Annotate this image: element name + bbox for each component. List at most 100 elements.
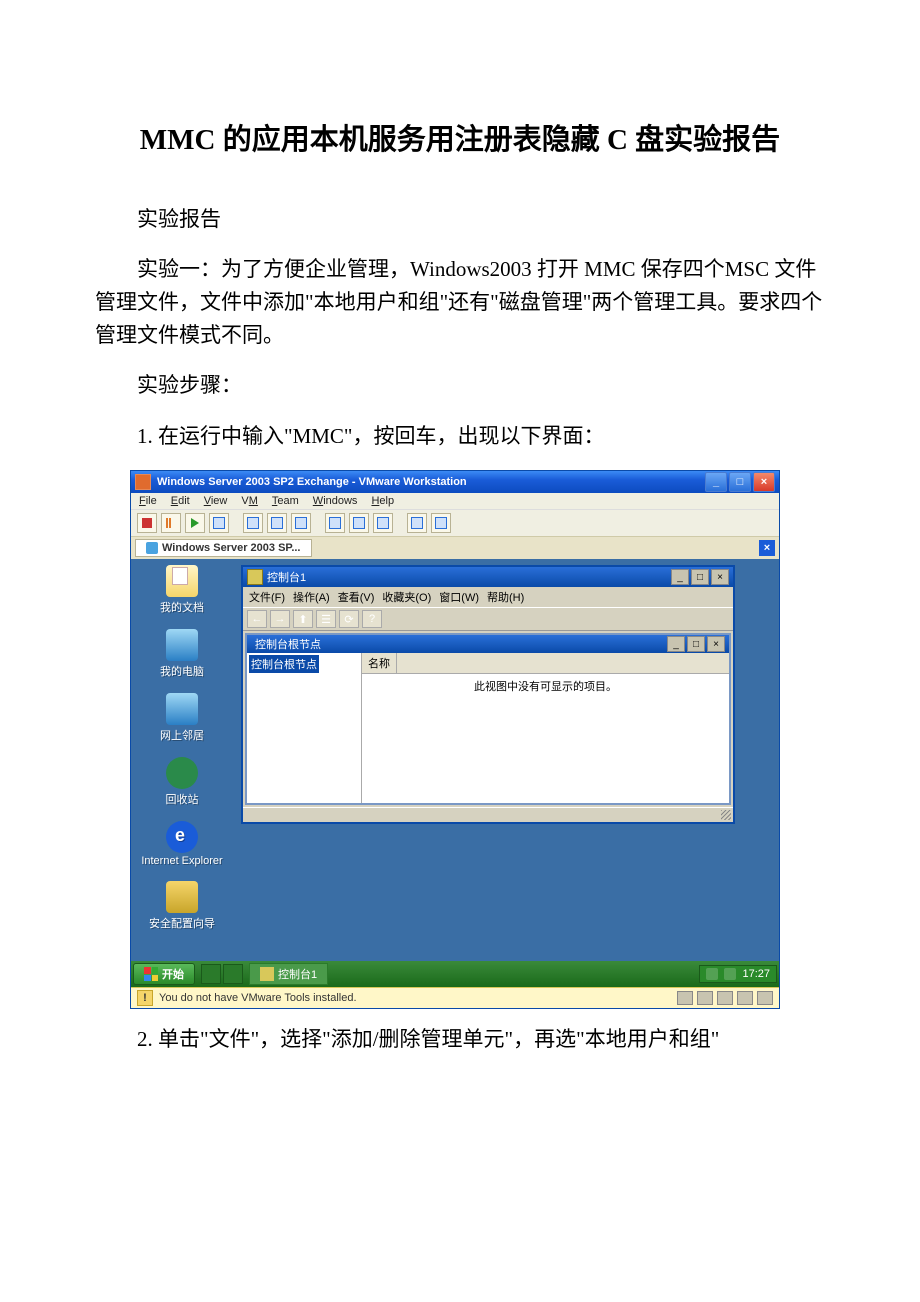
desktop-icon-label: Internet Explorer — [141, 855, 222, 867]
mycomputer-icon — [166, 629, 198, 661]
reset-button[interactable] — [209, 513, 229, 533]
vmware-device-tray — [677, 991, 773, 1005]
poweroff-button[interactable] — [137, 513, 157, 533]
desktop-icon-label: 安全配置向导 — [149, 915, 215, 931]
column-name[interactable]: 名称 — [362, 653, 397, 673]
quicklaunch-desktop-icon[interactable] — [223, 964, 243, 984]
mmc-menu-view[interactable]: 查看(V) — [338, 589, 375, 605]
manage-snapshots-button[interactable] — [291, 513, 311, 533]
mmc-child-titlebar[interactable]: 控制台根节点 _ □ × — [247, 635, 729, 653]
mmc-menu-action[interactable]: 操作(A) — [293, 589, 330, 605]
mmc-refresh-button[interactable]: ⟳ — [339, 610, 359, 628]
doc-title: MMC 的应用本机服务用注册表隐藏 C 盘实验报告 — [95, 119, 825, 163]
device-icon[interactable] — [697, 991, 713, 1005]
network-icon — [166, 693, 198, 725]
vm-tab-icon — [146, 542, 158, 554]
menu-file[interactable]: File — [139, 495, 157, 507]
start-button[interactable]: 开始 — [133, 963, 195, 985]
mmc-child-window[interactable]: 控制台根节点 _ □ × 控制台根节点 — [245, 633, 731, 805]
mmc-tree-pane[interactable]: 控制台根节点 — [247, 653, 362, 803]
minimize-button[interactable]: _ — [705, 472, 727, 492]
tray-icon[interactable] — [724, 968, 736, 980]
fullscreen-button[interactable] — [373, 513, 393, 533]
list-empty-message: 此视图中没有可显示的项目。 — [362, 674, 729, 803]
tray-icon[interactable] — [706, 968, 718, 980]
mmc-help-button[interactable]: ? — [362, 610, 382, 628]
ie-icon — [166, 821, 198, 853]
close-button[interactable]: × — [753, 472, 775, 492]
task-mmc-icon — [260, 967, 274, 981]
mmc-maximize-button[interactable]: □ — [691, 569, 709, 585]
mmc-menu-favorites[interactable]: 收藏夹(O) — [382, 589, 431, 605]
vm-tab-close-button[interactable]: × — [759, 540, 775, 556]
mmc-forward-button[interactable]: → — [270, 610, 290, 628]
mmc-close-button[interactable]: × — [711, 569, 729, 585]
menu-edit[interactable]: Edit — [171, 495, 190, 507]
desktop-icon-security-wizard[interactable]: 安全配置向导 — [149, 881, 215, 931]
vmware-titlebar[interactable]: Windows Server 2003 SP2 Exchange - VMwar… — [131, 471, 779, 493]
mmc-menubar[interactable]: 文件(F) 操作(A) 查看(V) 收藏夹(O) 窗口(W) 帮助(H) — [243, 587, 733, 607]
menu-team[interactable]: Team — [272, 495, 299, 507]
mmc-title-text: 控制台1 — [267, 569, 306, 585]
menu-windows[interactable]: Windows — [313, 495, 358, 507]
vmware-statusbar: ! You do not have VMware Tools installed… — [131, 987, 779, 1008]
menu-help[interactable]: Help — [371, 495, 394, 507]
mmc-menu-help[interactable]: 帮助(H) — [487, 589, 524, 605]
taskbar-task-mmc[interactable]: 控制台1 — [249, 963, 328, 985]
quicklaunch-ie-icon[interactable] — [201, 964, 221, 984]
device-icon[interactable] — [737, 991, 753, 1005]
vmware-window: Windows Server 2003 SP2 Exchange - VMwar… — [130, 470, 780, 1009]
mydocs-icon — [166, 565, 198, 597]
mmc-list-pane[interactable]: 名称 此视图中没有可显示的项目。 — [362, 653, 729, 803]
guest-desktop[interactable]: 我的文档 我的电脑 网上邻居 回收站 — [131, 559, 779, 987]
vm-tab-active[interactable]: Windows Server 2003 SP... — [135, 539, 312, 557]
desktop-icon-network[interactable]: 网上邻居 — [160, 693, 204, 743]
mmc-menu-file[interactable]: 文件(F) — [249, 589, 285, 605]
mmc-child-maximize-button[interactable]: □ — [687, 636, 705, 652]
device-icon[interactable] — [757, 991, 773, 1005]
mmc-window[interactable]: 控制台1 _ □ × 文件(F) 操作(A) 查看(V) 收藏夹(O) 窗口(W… — [241, 565, 735, 824]
vm-tab-label: Windows Server 2003 SP... — [162, 542, 301, 554]
menu-view[interactable]: View — [204, 495, 228, 507]
list-header[interactable]: 名称 — [362, 653, 729, 674]
unity-button[interactable] — [431, 513, 451, 533]
maximize-button[interactable]: □ — [729, 472, 751, 492]
vmware-menubar[interactable]: File Edit View VM Team Windows Help — [131, 493, 779, 510]
desktop-icon-mydocs[interactable]: 我的文档 — [160, 565, 204, 615]
device-icon[interactable] — [717, 991, 733, 1005]
mmc-titlebar[interactable]: 控制台1 _ □ × — [243, 567, 733, 587]
para-steps-label: 实验步骤： — [95, 369, 825, 402]
desktop-icon-recyclebin[interactable]: 回收站 — [166, 757, 199, 807]
para-report-label: 实验报告 — [95, 203, 825, 236]
taskbar[interactable]: 开始 控制台1 17:27 — [131, 961, 779, 987]
summary-button[interactable] — [349, 513, 369, 533]
security-wizard-icon — [166, 881, 198, 913]
menu-vm[interactable]: VM — [241, 495, 258, 507]
desktop-icon-label: 网上邻居 — [160, 727, 204, 743]
vmware-toolbar — [131, 510, 779, 537]
tree-root-node[interactable]: 控制台根节点 — [249, 655, 319, 673]
mmc-minimize-button[interactable]: _ — [671, 569, 689, 585]
vmware-title-text: Windows Server 2003 SP2 Exchange - VMwar… — [157, 476, 467, 488]
mmc-menu-window[interactable]: 窗口(W) — [439, 589, 479, 605]
system-tray[interactable]: 17:27 — [699, 965, 777, 983]
warning-icon: ! — [137, 990, 153, 1006]
task-mmc-label: 控制台1 — [278, 966, 317, 982]
start-label: 开始 — [162, 966, 184, 982]
desktop-icon-ie[interactable]: Internet Explorer — [141, 821, 222, 867]
mmc-child-close-button[interactable]: × — [707, 636, 725, 652]
show-console-button[interactable] — [325, 513, 345, 533]
mmc-resize-grip[interactable] — [243, 807, 733, 822]
mmc-properties-button[interactable]: ☰ — [316, 610, 336, 628]
snapshot-button[interactable] — [243, 513, 263, 533]
desktop-icon-mycomputer[interactable]: 我的电脑 — [160, 629, 204, 679]
suspend-button[interactable] — [161, 513, 181, 533]
para-experiment-1: 实验一：为了方便企业管理，Windows2003 打开 MMC 保存四个MSC … — [95, 253, 825, 351]
mmc-child-minimize-button[interactable]: _ — [667, 636, 685, 652]
mmc-up-button[interactable]: ⬆ — [293, 610, 313, 628]
revert-button[interactable] — [267, 513, 287, 533]
poweron-button[interactable] — [185, 513, 205, 533]
device-icon[interactable] — [677, 991, 693, 1005]
quickswitch-button[interactable] — [407, 513, 427, 533]
mmc-back-button[interactable]: ← — [247, 610, 267, 628]
